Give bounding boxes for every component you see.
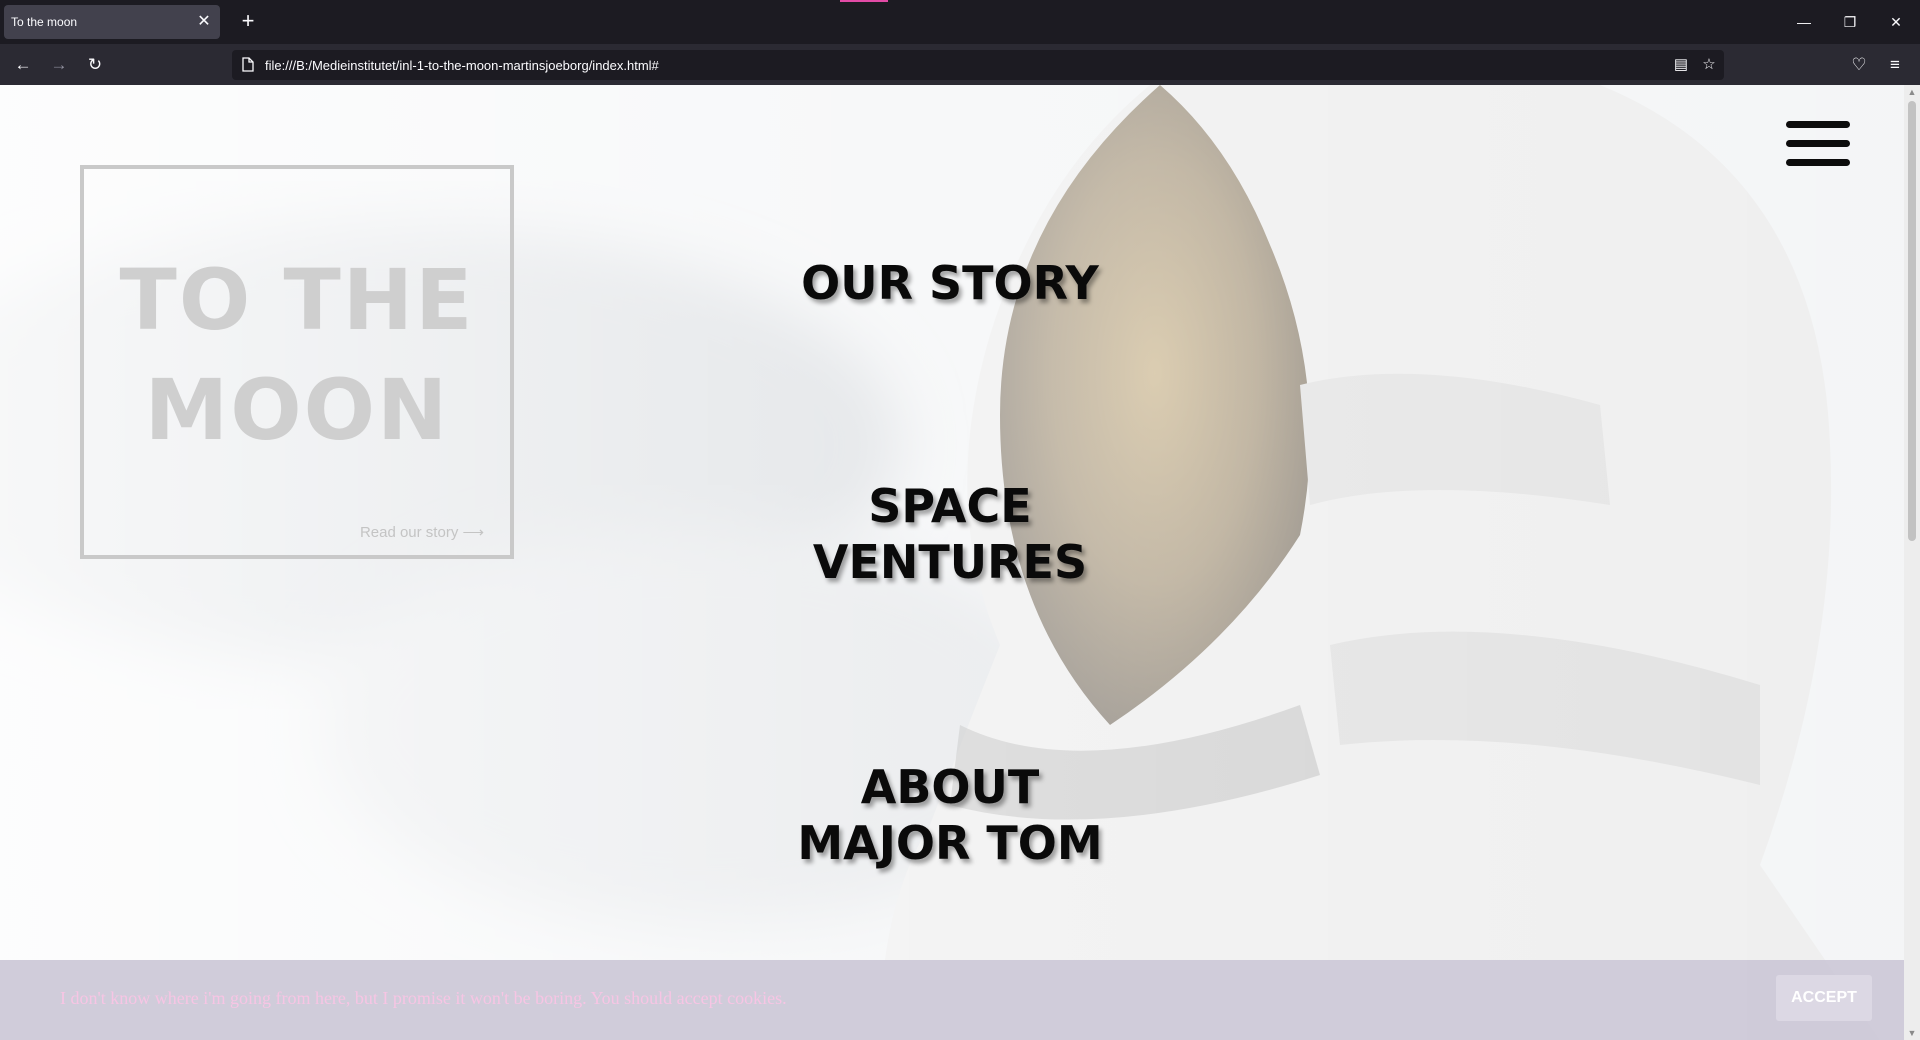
title-line-1: TO THE — [119, 251, 475, 349]
url-bar[interactable]: file:///B:/Medieinstitutet/inl-1-to-the-… — [232, 50, 1724, 80]
menu-link-about-major-tom[interactable]: ABOUT MAJOR TOM — [700, 759, 1200, 871]
cookie-message: I don't know where i'm going from here, … — [60, 988, 787, 1008]
menu-link-our-story[interactable]: OUR STORY — [700, 255, 1200, 311]
menu-link-label: OUR STORY — [801, 256, 1099, 310]
window-close-icon[interactable]: ✕ — [1882, 10, 1910, 34]
tab-title: To the moon — [11, 15, 78, 29]
scroll-up-arrow-icon[interactable]: ▲ — [1904, 85, 1920, 99]
page-icon — [242, 57, 254, 72]
app-menu-icon[interactable]: ≡ — [1882, 52, 1908, 78]
plus-icon[interactable]: + — [236, 10, 260, 34]
pocket-icon[interactable]: ♡ — [1846, 52, 1872, 78]
hero-title-box: TO THE MOON Read our story ⟶ — [80, 165, 514, 559]
sharing-indicator — [840, 0, 888, 2]
scroll-down-arrow-icon[interactable]: ▼ — [1904, 1026, 1920, 1040]
menu-link-label: MAJOR TOM — [797, 816, 1103, 870]
minimize-icon[interactable]: — — [1790, 10, 1818, 34]
reader-view-icon[interactable]: ▤ — [1670, 54, 1692, 76]
url-text[interactable]: file:///B:/Medieinstitutet/inl-1-to-the-… — [265, 58, 659, 73]
title-line-2: MOON — [144, 361, 450, 459]
restore-icon[interactable]: ❐ — [1836, 10, 1864, 34]
cookie-banner: I don't know where i'm going from here, … — [0, 960, 1904, 1040]
reload-icon[interactable]: ↻ — [82, 52, 108, 78]
arrow-right-icon[interactable]: → — [46, 52, 72, 78]
menu-link-label: SPACE — [868, 479, 1032, 533]
hamburger-menu-button[interactable] — [1786, 121, 1850, 167]
menu-link-space-ventures[interactable]: SPACE VENTURES — [700, 478, 1200, 590]
page-title: TO THE MOON — [84, 245, 510, 465]
accept-cookies-button[interactable]: ACCEPT — [1776, 975, 1872, 1021]
tab-to-the-moon[interactable]: To the moon ✕ — [4, 5, 220, 39]
scrollbar-thumb[interactable] — [1908, 101, 1916, 541]
web-page: TO THE MOON Read our story ⟶ OUR STORY S… — [0, 85, 1904, 1040]
navigation-toolbar: ← → ↻ file:///B:/Medieinstitutet/inl-1-t… — [0, 44, 1920, 85]
menu-link-label: VENTURES — [812, 535, 1088, 589]
arrow-left-icon[interactable]: ← — [10, 52, 36, 78]
close-icon[interactable]: ✕ — [196, 14, 212, 30]
tab-strip: To the moon ✕ + — ❐ ✕ — [0, 0, 1920, 44]
page-scrollbar[interactable]: ▲ ▼ — [1904, 85, 1920, 1040]
star-icon[interactable]: ☆ — [1698, 54, 1720, 76]
read-our-story-link[interactable]: Read our story ⟶ — [360, 523, 484, 541]
menu-link-label: ABOUT — [860, 760, 1040, 814]
